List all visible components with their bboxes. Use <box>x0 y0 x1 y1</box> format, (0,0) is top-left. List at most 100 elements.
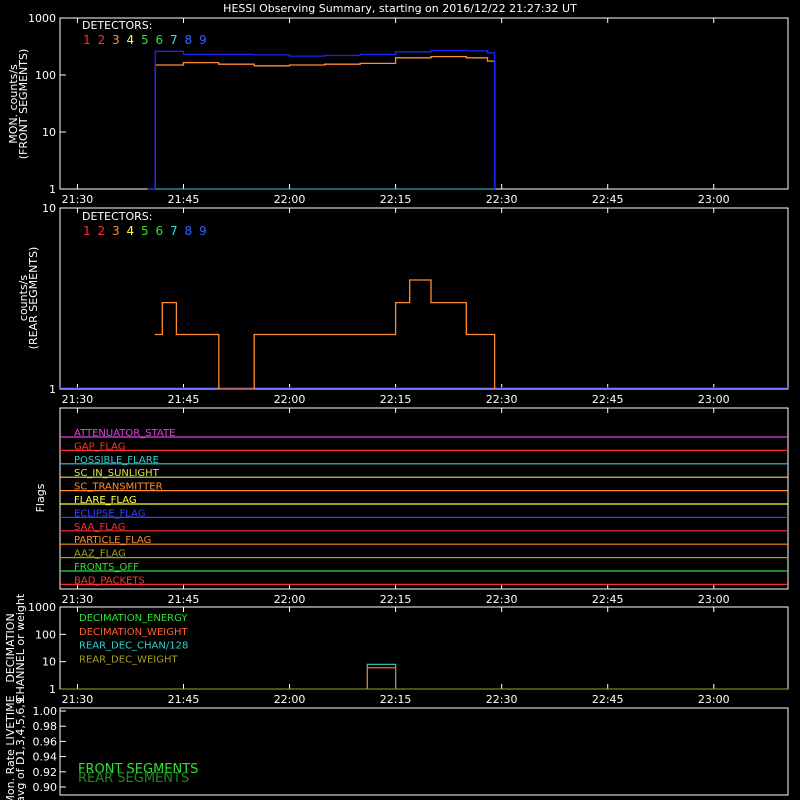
data-point <box>324 54 326 57</box>
x-tick-label: 21:30 <box>62 393 94 406</box>
data-point <box>175 333 178 336</box>
flag-label: FLARE_FLAG <box>74 495 137 506</box>
data-point <box>359 53 361 55</box>
x-tick-label: 22:45 <box>592 593 624 606</box>
panel4-legend: DECIMATION_ENERGY DECIMATION_WEIGHT REAR_D… <box>79 613 188 665</box>
data-point <box>288 55 291 57</box>
panel4-ylabel-line2: CHANNEL or weight <box>14 593 27 702</box>
panel1-series <box>147 49 496 190</box>
x-tick-label: 22:30 <box>486 593 518 606</box>
data-point <box>486 60 489 62</box>
x-tick-label: 23:00 <box>698 693 730 706</box>
x-tick-label: 22:00 <box>274 393 306 406</box>
y-tick-label: 0.98 <box>33 720 58 733</box>
x-tick-label: 21:45 <box>168 593 200 606</box>
x-tick-label: 21:30 <box>62 693 94 706</box>
legend-digit-5: 5 <box>141 224 149 238</box>
data-point <box>182 62 185 64</box>
legend-digit-7: 7 <box>170 33 178 47</box>
panel2-ylabel-line2: (REAR SEGMENTS) <box>27 247 40 350</box>
data-point <box>253 65 255 67</box>
flag-label: BAD_PACKETS <box>74 575 145 586</box>
legend-digit-8: 8 <box>185 224 193 238</box>
x-tick-label: 22:00 <box>274 693 306 706</box>
flag-label: PARTICLE_FLAG <box>74 535 151 546</box>
flag-label: SC_IN_SUNLIGHT <box>74 468 160 479</box>
data-point <box>154 50 156 52</box>
panel1-legend-title: DETECTORS: <box>82 19 152 32</box>
series-line-0 <box>148 55 496 190</box>
y-tick-label: 1 <box>49 683 56 696</box>
data-point <box>324 63 326 65</box>
panel5-y-ticks: 1.00 0.98 0.96 0.94 0.92 0.90 <box>33 705 66 794</box>
x-tick-label: 22:30 <box>486 193 518 206</box>
panel1-legend-digits: 123456789 <box>83 33 207 47</box>
legend-digit-6: 6 <box>156 224 164 238</box>
data-point <box>493 388 496 390</box>
legend-digit-4: 4 <box>127 224 135 238</box>
panel4-series <box>60 663 788 690</box>
x-tick-label: 21:30 <box>62 593 94 606</box>
legend-entry: DECIMATION_WEIGHT <box>79 627 188 638</box>
y-tick-label: 0.96 <box>33 735 58 748</box>
legend-digit-2: 2 <box>98 224 106 238</box>
x-tick-label: 21:45 <box>168 193 200 206</box>
data-point <box>324 333 326 336</box>
x-tick-label: 22:30 <box>486 693 518 706</box>
data-point <box>395 57 397 59</box>
y-tick-label: 0.92 <box>33 766 58 779</box>
flag-label: FRONTS_OFF <box>74 562 139 573</box>
legend-entry: REAR_DEC_CHAN/128 <box>79 641 188 652</box>
flag-label: ATTENUATOR_STATE <box>74 428 175 439</box>
y-tick-label: 0.90 <box>33 781 58 794</box>
data-point <box>288 333 291 336</box>
legend-entry: REAR_DEC_WEIGHT <box>79 654 178 665</box>
flag-label: POSSIBLE_FLARE <box>74 455 159 466</box>
chart-title: HESSI Observing Summary, starting on 201… <box>223 2 577 15</box>
data-point <box>465 333 467 336</box>
y-tick-label: 100 <box>35 69 56 82</box>
y-tick-label: 0.94 <box>33 751 58 764</box>
panel5-ylabel-line2: avg of D1,3,4,5,6,9 <box>14 697 27 800</box>
legend-entry: REAR SEGMENTS <box>78 771 189 786</box>
legend-digit-5: 5 <box>141 33 149 47</box>
y-tick-label: 1 <box>49 383 56 396</box>
legend-digit-4: 4 <box>127 33 135 47</box>
x-tick-label: 22:15 <box>380 693 412 706</box>
panel3-flags: ATTENUATOR_STATE GAP_FLAG POSSIBLE_FLARE SC… <box>60 428 788 586</box>
legend-digit-3: 3 <box>112 224 120 238</box>
legend-digit-9: 9 <box>199 224 207 238</box>
data-point <box>147 188 149 190</box>
legend-entry: DECIMATION_ENERGY <box>79 613 188 624</box>
data-point <box>218 53 220 55</box>
x-tick-label: 22:15 <box>380 193 412 206</box>
flag-label: SC_TRANSMITTER <box>74 482 163 493</box>
x-tick-label: 22:45 <box>592 393 624 406</box>
y-tick-label: 10 <box>42 202 56 215</box>
flag-label: SAA_FLAG <box>74 522 125 533</box>
data-point <box>465 57 467 59</box>
data-point <box>161 302 163 304</box>
panel3-ylabel: Flags <box>34 483 47 512</box>
x-tick-label: 22:15 <box>380 393 412 406</box>
data-point <box>253 54 255 56</box>
series-line-1 <box>148 49 496 190</box>
legend-digit-6: 6 <box>156 33 164 47</box>
data-point <box>409 279 411 281</box>
legend-digit-2: 2 <box>98 33 106 47</box>
data-point <box>359 62 361 64</box>
data-point <box>430 49 432 52</box>
legend-digit-1: 1 <box>83 224 91 238</box>
y-tick-label: 10 <box>42 126 56 139</box>
y-tick-label: 1.00 <box>33 705 58 718</box>
flag-label: GAP_FLAG <box>74 441 126 452</box>
panel2-y-ticks: 10 1 <box>42 202 66 396</box>
x-tick-label: 23:00 <box>698 593 730 606</box>
legend-digit-7: 7 <box>170 224 178 238</box>
legend-digit-8: 8 <box>185 33 193 47</box>
panel5-legend: FRONT SEGMENTSREAR SEGMENTS <box>78 762 198 786</box>
x-tick-label: 21:45 <box>168 393 200 406</box>
y-tick-label: 1000 <box>28 601 56 614</box>
y-tick-label: 10 <box>42 656 56 669</box>
panel2-legend-title: DETECTORS: <box>82 210 152 223</box>
